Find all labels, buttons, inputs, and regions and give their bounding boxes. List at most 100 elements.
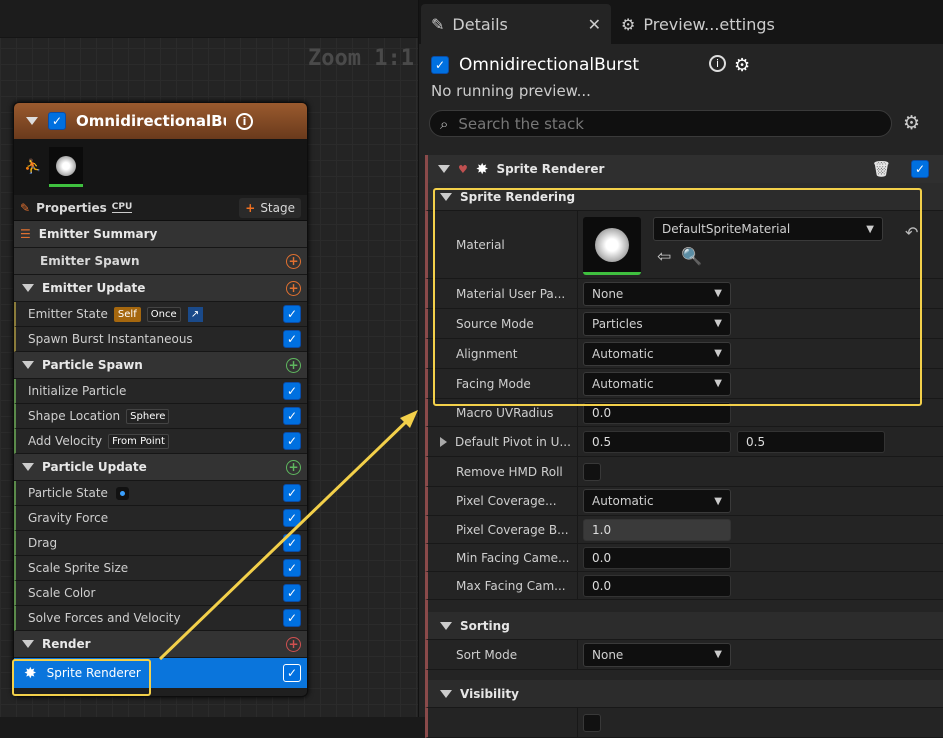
property-label-wrap[interactable]: Default Pivot in U... [428,427,578,456]
person-icon: ⛹ [24,159,42,175]
particle-spawn-section[interactable]: Particle Spawn + [14,352,307,379]
emitter-thumbnail[interactable] [49,147,84,187]
pivot-y-input[interactable]: 0.5 [737,430,885,453]
tab-preview-settings[interactable]: ⚙ Preview...ettings [611,4,785,44]
module-gravity-force[interactable]: Gravity Force ✓ [14,506,307,531]
property-pixel-coverage-blend: Pixel Coverage B... 1.0 [425,516,943,544]
emitter-summary[interactable]: ☰ Emitter Summary [14,221,307,248]
property-max-facing: Max Facing Cam... 0.0 [425,572,943,600]
emitter-summary-label: Emitter Summary [38,227,158,241]
from-point-tag: From Point [108,433,169,449]
visibility-checkbox[interactable] [583,713,601,732]
emitter-enable-checkbox[interactable]: ✓ [48,112,66,130]
collapse-icon[interactable] [22,463,34,471]
module-particle-state[interactable]: Particle State ✓ [14,481,307,506]
delete-icon[interactable]: 🗑 [872,160,891,178]
collapse-icon[interactable] [440,689,452,698]
self-tag: Self [113,306,141,322]
module-enable-checkbox[interactable]: ✓ [283,432,301,450]
collapse-icon[interactable] [26,117,38,125]
expand-icon[interactable] [440,436,447,447]
renderer-enable-checkbox[interactable]: ✓ [283,664,301,682]
tab-details[interactable]: ✎ Details ✕ [421,4,611,44]
max-facing-input[interactable]: 0.0 [583,574,731,597]
module-enable-checkbox[interactable]: ✓ [283,534,301,552]
info-icon[interactable]: i [709,54,727,72]
add-renderer-icon[interactable]: + [286,636,301,652]
module-enable-checkbox[interactable]: ✓ [283,509,301,527]
module-label: Particle State [28,486,108,500]
module-spawn-burst[interactable]: Spawn Burst Instantaneous ✓ [14,327,307,352]
module-emitter-state[interactable]: Emitter State Self Once ↗ ✓ [14,302,307,327]
gear-icon[interactable]: ⚙ [734,55,750,76]
no-preview-text: No running preview... [431,82,591,100]
graph-toolbar [0,0,418,38]
property-label: Remove HMD Roll [428,457,578,486]
info-icon[interactable]: i [236,112,253,130]
property-visibility-partial [425,708,943,738]
module-enable-checkbox[interactable]: ✓ [283,484,301,502]
sprite-renderer-header[interactable]: ♥ ✸ Sprite Renderer 🗑 ✓ [425,155,943,183]
tab-details-label: Details [452,14,508,34]
module-enable-checkbox[interactable]: ✓ [283,559,301,577]
gear-icon: ⚙ [621,14,636,34]
category-visibility[interactable]: Visibility [425,680,943,708]
close-icon[interactable]: ✕ [588,15,601,34]
min-facing-input[interactable]: 0.0 [583,546,731,569]
properties-row[interactable]: ✎ Properties CPU + Stage [14,195,307,221]
stack-options-gear-icon[interactable]: ⚙ [903,112,920,134]
category-label: Visibility [460,686,519,701]
pencil-icon: ✎ [431,14,445,34]
module-initialize-particle[interactable]: Initialize Particle ✓ [14,379,307,404]
renderer-enable-checkbox[interactable]: ✓ [911,160,929,178]
property-label [428,708,578,737]
add-module-icon[interactable]: + [286,280,301,296]
add-module-icon[interactable]: + [286,459,301,475]
render-section[interactable]: Render + [14,631,307,658]
module-scale-sprite-size[interactable]: Scale Sprite Size ✓ [14,556,307,581]
sort-mode-dropdown[interactable]: None ▼ [583,642,731,667]
pixel-coverage-blend-input[interactable]: 1.0 [583,518,731,541]
emitter-node-header[interactable]: ✓ OmnidirectionalBurst i [14,103,307,139]
collapse-icon[interactable] [22,361,34,369]
particle-update-label: Particle Update [42,460,147,474]
stage-label: Stage [260,200,295,215]
emitter-enable-checkbox[interactable]: ✓ [431,56,449,74]
module-enable-checkbox[interactable]: ✓ [283,609,301,627]
add-module-icon[interactable]: + [286,357,301,373]
particle-update-section[interactable]: Particle Update + [14,454,307,481]
remove-hmd-roll-checkbox[interactable] [583,462,601,481]
graph-panel[interactable]: Zoom 1:1 ✓ OmnidirectionalBurst i ⛹ ✎ Pr… [0,0,418,717]
add-module-icon[interactable]: + [286,253,301,269]
module-enable-checkbox[interactable]: ✓ [283,584,301,602]
emitter-update-section[interactable]: Emitter Update + [14,275,307,302]
emitter-spawn-section[interactable]: Emitter Spawn + [14,248,307,275]
module-enable-checkbox[interactable]: ✓ [283,382,301,400]
module-enable-checkbox[interactable]: ✓ [283,330,301,348]
module-enable-checkbox[interactable]: ✓ [283,407,301,425]
search-icon: ⌕ [440,114,449,133]
module-shape-location[interactable]: Shape Location Sphere ✓ [14,404,307,429]
module-label: Solve Forces and Velocity [28,611,181,625]
add-stage-button[interactable]: + Stage [239,197,301,218]
collapse-icon[interactable] [440,621,452,630]
chevron-down-icon: ▼ [714,649,722,660]
module-drag[interactable]: Drag ✓ [14,531,307,556]
search-input[interactable]: ⌕ Search the stack [429,110,892,137]
module-solve-forces[interactable]: Solve Forces and Velocity ✓ [14,606,307,631]
emitter-node[interactable]: ✓ OmnidirectionalBurst i ⛹ ✎ Properties … [13,102,308,697]
collapse-icon[interactable] [22,284,34,292]
collapse-icon[interactable] [438,165,450,173]
list-icon: ☰ [20,227,31,241]
module-scale-color[interactable]: Scale Color ✓ [14,581,307,606]
module-enable-checkbox[interactable]: ✓ [283,305,301,323]
category-sorting[interactable]: Sorting [425,612,943,640]
module-add-velocity[interactable]: Add Velocity From Point ✓ [14,429,307,454]
search-placeholder: Search the stack [458,114,584,133]
collapse-icon[interactable] [22,640,34,648]
particle-spawn-label: Particle Spawn [42,358,143,372]
module-label: Initialize Particle [28,384,127,398]
pivot-x-input[interactable]: 0.5 [583,430,731,453]
properties-label: Properties [36,200,107,215]
pixel-coverage-mode-dropdown[interactable]: Automatic ▼ [583,489,731,513]
